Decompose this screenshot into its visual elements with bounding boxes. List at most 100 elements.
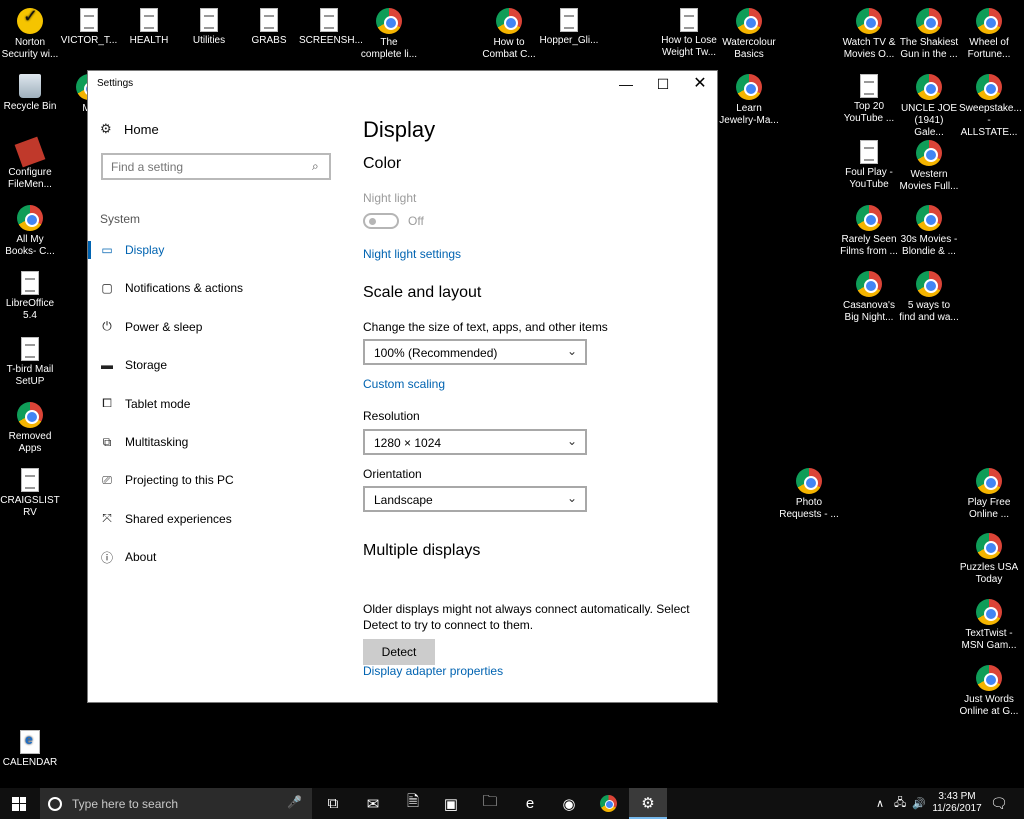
- desktop-shortcut[interactable]: Norton Security wi...: [0, 8, 60, 61]
- desktop-shortcut-label: Top 20 YouTube ...: [843, 101, 895, 124]
- taskbar: Type here to search 🎤 ⧉ ✉ 🗎 ▣ 🗀 e ◉ ⚙ ∧ …: [0, 788, 1024, 819]
- desktop-shortcut[interactable]: Western Movies Full...: [899, 140, 959, 193]
- mail-app-icon[interactable]: ✉: [354, 788, 392, 819]
- search-icon[interactable]: ⌕: [312, 159, 319, 174]
- desktop-shortcut[interactable]: Just Words Online at G...: [959, 665, 1019, 718]
- action-center-icon[interactable]: 🗨: [990, 788, 1008, 819]
- firefox-icon[interactable]: ◉: [550, 788, 588, 819]
- resolution-dropdown[interactable]: 1280 × 1024 ⌄: [363, 429, 587, 455]
- nav-item-display[interactable]: ▭ Display: [88, 238, 346, 262]
- close-button[interactable]: ✕: [682, 71, 718, 97]
- desktop-shortcut[interactable]: Learn Jewelry-Ma...: [719, 74, 779, 127]
- nav-item-power-sleep[interactable]: ⏻ Power & sleep: [88, 315, 346, 339]
- night-light-toggle[interactable]: [363, 213, 399, 229]
- desktop-shortcut[interactable]: Utilities: [179, 8, 239, 47]
- desktop-shortcut[interactable]: Play Free Online ...: [959, 468, 1019, 521]
- nav-item-notifications-actions[interactable]: ▢ Notifications & actions: [88, 276, 346, 300]
- desktop-shortcut[interactable]: 30s Movies - Blondie & ...: [899, 205, 959, 258]
- desktop-shortcut-label: CALENDAR: [2, 757, 58, 768]
- desktop-shortcut[interactable]: UNCLE JOE (1941) Gale...: [899, 74, 959, 139]
- nav-item-about[interactable]: ⓘ About: [88, 545, 346, 569]
- desktop-shortcut[interactable]: GRABS: [239, 8, 299, 47]
- network-icon[interactable]: 🖧: [894, 788, 906, 819]
- toggle-knob: [369, 218, 376, 225]
- desktop-shortcut[interactable]: Casanova's Big Night...: [839, 271, 899, 324]
- home-link[interactable]: ⚙ Home: [100, 121, 159, 137]
- desktop-shortcut[interactable]: T-bird Mail SetUP: [0, 337, 60, 388]
- desktop-shortcut[interactable]: CALENDAR: [0, 730, 60, 769]
- info-icon: ⓘ: [100, 550, 113, 565]
- desktop-shortcut[interactable]: Configure FileMen...: [0, 136, 60, 191]
- desktop-shortcut[interactable]: How to Combat C...: [479, 8, 539, 61]
- maximize-button[interactable]: ☐: [645, 71, 681, 97]
- pdf-icon: [20, 730, 40, 754]
- desktop-shortcut[interactable]: Watch TV & Movies O...: [839, 8, 899, 61]
- desktop-shortcut-label: The Shakiest Gun in the ...: [899, 37, 959, 60]
- desktop-shortcut[interactable]: Puzzles USA Today: [959, 533, 1019, 586]
- desktop-shortcut[interactable]: Wheel of Fortune...: [959, 8, 1019, 61]
- desktop-shortcut-label: All My Books- C...: [5, 234, 55, 257]
- desktop-shortcut[interactable]: VICTOR_T...: [59, 8, 119, 47]
- desktop-shortcut-label: 30s Movies - Blondie & ...: [900, 234, 958, 257]
- taskbar-search[interactable]: Type here to search 🎤: [40, 788, 312, 819]
- nav-item-label: Shared experiences: [125, 511, 232, 526]
- file-explorer-icon[interactable]: 🗀: [471, 788, 509, 819]
- desktop-shortcut[interactable]: HEALTH: [119, 8, 179, 47]
- desktop-shortcut[interactable]: 5 ways to find and wa...: [899, 271, 959, 324]
- volume-icon[interactable]: 🔊: [912, 788, 926, 819]
- scale-heading: Scale and layout: [363, 284, 482, 301]
- find-setting-input[interactable]: [101, 153, 331, 180]
- desktop-shortcut[interactable]: How to Lose Weight Tw...: [659, 8, 719, 59]
- desktop-shortcut[interactable]: Watercolour Basics: [719, 8, 779, 61]
- nav-item-tablet-mode[interactable]: ⧠ Tablet mode: [88, 392, 346, 416]
- chrome-icon: [976, 533, 1002, 559]
- scale-dropdown[interactable]: 100% (Recommended) ⌄: [363, 339, 587, 365]
- desktop-shortcut[interactable]: LibreOffice 5.4: [0, 271, 60, 322]
- desktop-shortcut-label: Learn Jewelry-Ma...: [719, 103, 779, 126]
- microphone-icon[interactable]: 🎤: [287, 795, 302, 809]
- nav-item-multitasking[interactable]: ⧉ Multitasking: [88, 430, 346, 454]
- show-hidden-icons-chevron-icon[interactable]: ∧: [876, 788, 884, 819]
- desktop-shortcut[interactable]: The Shakiest Gun in the ...: [899, 8, 959, 61]
- minimize-button[interactable]: —: [608, 71, 644, 97]
- projecting-icon: ⎚: [102, 472, 112, 487]
- image-viewer-icon[interactable]: ▣: [432, 788, 470, 819]
- desktop-shortcut[interactable]: Rarely Seen Films from ...: [839, 205, 899, 258]
- start-button[interactable]: [0, 788, 38, 819]
- desktop-shortcut[interactable]: Recycle Bin: [0, 74, 60, 113]
- chrome-icon: [796, 468, 822, 494]
- document-icon: [200, 8, 218, 32]
- desktop-shortcut[interactable]: Sweepstake... - ALLSTATE...: [959, 74, 1022, 139]
- edge-browser-icon[interactable]: e: [511, 788, 549, 819]
- title-bar[interactable]: Settings — ☐ ✕: [88, 71, 717, 97]
- settings-taskbar-icon[interactable]: ⚙: [629, 788, 667, 819]
- desktop-shortcut[interactable]: Foul Play - YouTube: [839, 140, 899, 191]
- nav-item-storage[interactable]: ▬ Storage: [88, 353, 346, 377]
- desktop-shortcut-label: HEALTH: [129, 35, 169, 46]
- nav-item-shared-experiences[interactable]: ⤧ Shared experiences: [88, 507, 346, 531]
- night-light-settings-link[interactable]: Night light settings: [363, 247, 461, 261]
- desktop-shortcut[interactable]: TextTwist - MSN Gam...: [959, 599, 1019, 652]
- desktop-shortcut[interactable]: Hopper_Gli...: [539, 8, 599, 47]
- chrome-icon: [976, 599, 1002, 625]
- desktop-shortcut[interactable]: SCREENSH...: [299, 8, 363, 47]
- notepad-icon[interactable]: 🗎: [394, 788, 432, 819]
- desktop-shortcut-label: How to Combat C...: [482, 37, 536, 60]
- custom-scaling-link[interactable]: Custom scaling: [363, 377, 445, 391]
- desktop-shortcut[interactable]: Top 20 YouTube ...: [839, 74, 899, 125]
- desktop-shortcut[interactable]: CRAIGSLIST RV: [0, 468, 60, 519]
- resolution-label: Resolution: [363, 409, 420, 423]
- orientation-dropdown[interactable]: Landscape ⌄: [363, 486, 587, 512]
- chrome-taskbar-icon[interactable]: [589, 788, 627, 819]
- task-view-icon[interactable]: ⧉: [314, 788, 352, 819]
- desktop-shortcut[interactable]: Photo Requests - ...: [779, 468, 839, 521]
- desktop-shortcut[interactable]: The complete li...: [359, 8, 419, 61]
- detect-button[interactable]: Detect: [363, 639, 435, 665]
- desktop-shortcut[interactable]: All My Books- C...: [0, 205, 60, 258]
- chrome-icon: [976, 8, 1002, 34]
- desktop-shortcut[interactable]: Removed Apps: [0, 402, 60, 455]
- nav-item-projecting-to-this-pc[interactable]: ⎚ Projecting to this PC: [88, 468, 346, 492]
- clock[interactable]: 3:43 PM 11/26/2017: [928, 791, 986, 815]
- desktop-shortcut-label: VICTOR_T...: [60, 35, 118, 46]
- display-adapter-link[interactable]: Display adapter properties: [363, 664, 503, 678]
